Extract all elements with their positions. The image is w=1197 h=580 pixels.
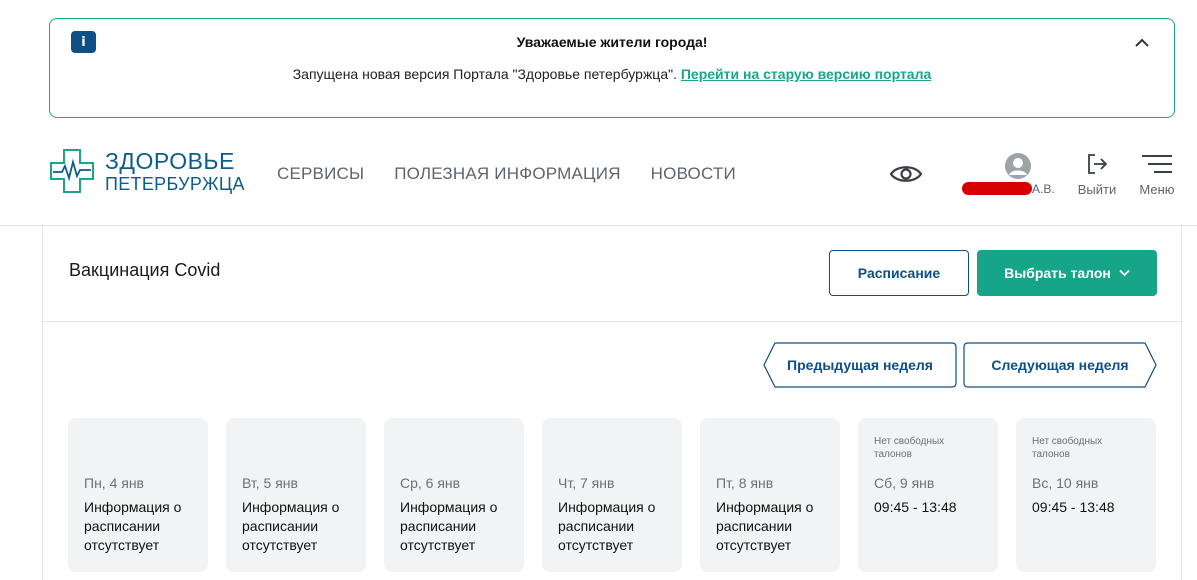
day-card[interactable]: Пт, 8 янв Информация о расписании отсутс… [700,418,840,572]
logout-icon [1088,154,1108,174]
site-header: ЗДОРОВЬЕ ПЕТЕРБУРЖЦА СЕРВИСЫ ПОЛЕЗНАЯ ИН… [0,130,1197,226]
day-card[interactable]: Ср, 6 янв Информация о расписании отсутс… [384,418,524,572]
day-card[interactable]: Чт, 7 янв Информация о расписании отсутс… [542,418,682,572]
next-week-button[interactable]: Следующая неделя [963,342,1157,388]
day-card[interactable]: Нет свободных талонов Сб, 9 янв 09:45 - … [858,418,998,572]
nav-news[interactable]: НОВОСТИ [651,164,736,184]
old-portal-link[interactable]: Перейти на старую версию портала [681,66,931,82]
schedule-button[interactable]: Расписание [829,250,969,296]
day-date: Вс, 10 янв [1032,475,1099,491]
medical-cross-icon [50,149,94,193]
vaccination-card: Вакцинация Covid Расписание Выбрать тало… [42,226,1182,580]
logout-button[interactable]: Выйти [1074,152,1120,202]
hamburger-icon [1142,155,1172,173]
pick-ticket-button[interactable]: Выбрать талон [977,250,1157,296]
day-info: Информация о расписании отсутствует [558,499,656,553]
menu-button[interactable]: Меню [1136,152,1178,202]
user-initials: А.В. [1032,182,1055,196]
prev-week-button[interactable]: Предыдущая неделя [763,342,957,388]
day-card[interactable]: Вт, 5 янв Информация о расписании отсутс… [226,418,366,572]
day-date: Ср, 6 янв [400,475,461,491]
day-info: 09:45 - 13:48 [1032,499,1115,515]
eye-icon[interactable] [889,162,923,186]
next-week-label: Следующая неделя [991,357,1129,373]
logo-title: ЗДОРОВЬЕ [105,148,235,174]
chevron-down-icon [1119,269,1130,277]
day-note: Нет свободных талонов [874,436,945,460]
day-info: Информация о расписании отсутствует [400,499,498,553]
day-note: Нет свободных талонов [1032,436,1103,460]
logout-label: Выйти [1077,182,1117,197]
site-logo[interactable]: ЗДОРОВЬЕ ПЕТЕРБУРЖЦА [49,148,245,198]
day-info: 09:45 - 13:48 [874,499,957,515]
notice-banner: i Уважаемые жители города! Запущена нова… [49,18,1175,118]
card-header: Вакцинация Covid Расписание Выбрать тало… [43,226,1181,322]
pick-ticket-label: Выбрать талон [1004,265,1111,281]
day-card[interactable]: Пн, 4 янв Информация о расписании отсутс… [68,418,208,572]
notice-title: Уважаемые жители города! [516,34,708,50]
notice-message: Запущена новая версия Портала "Здоровье … [292,66,677,82]
page-title: Вакцинация Covid [69,260,221,280]
day-card[interactable]: Нет свободных талонов Вс, 10 янв 09:45 -… [1016,418,1156,572]
user-profile[interactable]: А.В. [960,152,1060,202]
nav-useful-info[interactable]: ПОЛЕЗНАЯ ИНФОРМАЦИЯ [394,164,620,184]
day-date: Пн, 4 янв [84,475,144,491]
menu-label: Меню [1139,182,1175,197]
avatar-icon [1005,153,1031,179]
day-info: Информация о расписании отсутствует [84,499,182,553]
day-date: Сб, 9 янв [874,475,935,491]
chevron-up-icon[interactable] [1132,33,1152,53]
day-date: Вт, 5 янв [242,475,298,491]
prev-week-label: Предыдущая неделя [787,357,933,373]
notice-text: Запущена новая версия Портала "Здоровье … [50,66,1174,82]
redacted-name [962,182,1032,195]
day-date: Чт, 7 янв [558,475,615,491]
day-info: Информация о расписании отсутствует [716,499,814,553]
logo-subtitle: ПЕТЕРБУРЖЦА [105,174,245,194]
day-info: Информация о расписании отсутствует [242,499,340,553]
nav-services[interactable]: СЕРВИСЫ [277,164,364,184]
main-nav: СЕРВИСЫ ПОЛЕЗНАЯ ИНФОРМАЦИЯ НОВОСТИ [277,164,736,184]
day-date: Пт, 8 янв [716,475,774,491]
week-days: Пн, 4 янв Информация о расписании отсутс… [68,418,1156,572]
